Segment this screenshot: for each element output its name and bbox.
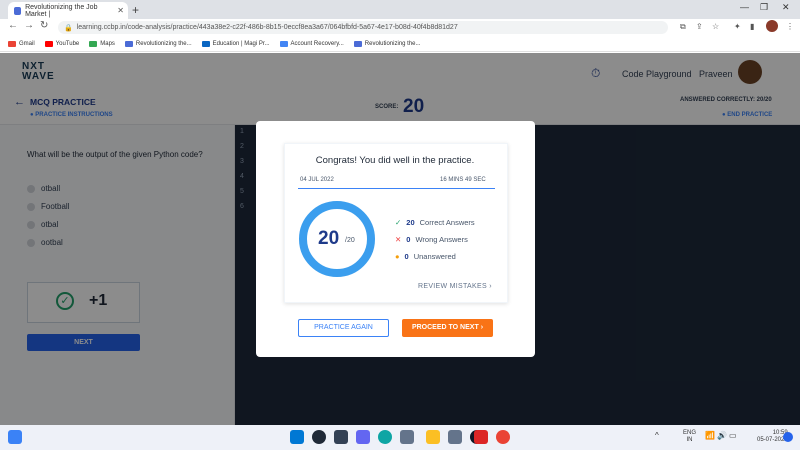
- divider-line: [298, 188, 495, 189]
- side-panel-icon[interactable]: ▮: [750, 22, 754, 31]
- start-icon[interactable]: [290, 430, 304, 444]
- chat-icon[interactable]: [356, 430, 370, 444]
- review-mistakes-link[interactable]: REVIEW MISTAKES ›: [418, 283, 492, 290]
- volume-icon[interactable]: 🔊: [717, 431, 727, 440]
- practice-duration: 16 MINS 49 SEC: [440, 177, 486, 183]
- tab-title: Revolutionizing the Job Market |: [25, 3, 98, 18]
- unanswered-label: Unanswered: [413, 252, 456, 261]
- battery-icon[interactable]: ▭: [729, 431, 737, 440]
- bookmark-revolutionizing-1[interactable]: Revolutionizing the...: [124, 40, 192, 47]
- new-tab-icon[interactable]: +: [132, 3, 139, 17]
- tab-favicon-icon: [14, 6, 22, 15]
- bookmark-account-recovery[interactable]: Account Recovery...: [279, 40, 344, 47]
- chrome-icon[interactable]: [496, 430, 510, 444]
- bookmark-youtube[interactable]: YouTube: [44, 40, 79, 47]
- modal-title: Congrats! You did well in the practice.: [315, 155, 475, 166]
- ring-score: 20: [318, 228, 340, 249]
- profile-avatar[interactable]: [766, 20, 778, 32]
- widgets-icon[interactable]: [8, 430, 22, 444]
- bookmarks-bar: Gmail YouTube Maps Revolutionizing the..…: [0, 36, 800, 52]
- unanswered-count: 0: [404, 252, 409, 261]
- bookmark-revolutionizing-2[interactable]: Revolutionizing the...: [353, 40, 421, 47]
- chevron-right-icon: ›: [480, 324, 484, 331]
- lang-region: IN: [686, 437, 693, 443]
- open-in-app-icon[interactable]: ⧉: [680, 22, 686, 32]
- correct-stat: ✓ 20 Correct Answers: [395, 218, 475, 227]
- bookmark-star-icon[interactable]: ☆: [712, 22, 719, 31]
- proceed-to-next-button[interactable]: PROCEED TO NEXT ›: [402, 319, 493, 337]
- file-explorer-icon[interactable]: [426, 430, 440, 444]
- language-indicator[interactable]: ENG IN: [683, 430, 696, 444]
- ring-total: /20: [345, 237, 355, 244]
- task-view-icon[interactable]: [334, 430, 348, 444]
- minimize-icon[interactable]: —: [740, 2, 749, 12]
- correct-count: 20: [406, 218, 415, 227]
- url-field[interactable]: 🔒 learning.ccbp.in/code-analysis/practic…: [58, 21, 668, 34]
- url-text: learning.ccbp.in/code-analysis/practice/…: [76, 24, 458, 31]
- close-window-icon[interactable]: ✕: [782, 2, 790, 13]
- maximize-icon[interactable]: ❐: [760, 2, 768, 13]
- chevron-up-icon[interactable]: ^: [655, 431, 659, 440]
- bookmark-gmail[interactable]: Gmail: [8, 40, 35, 47]
- browser-tab[interactable]: Revolutionizing the Job Market | ✕: [8, 2, 128, 19]
- practice-date: 04 JUL 2022: [300, 177, 334, 183]
- bookmark-education[interactable]: Education | Magi Pr...: [201, 40, 270, 47]
- lock-icon: 🔒: [64, 24, 73, 32]
- correct-label: Correct Answers: [419, 218, 475, 227]
- reload-icon[interactable]: ↻: [40, 20, 48, 31]
- unanswered-stat: ● 0 Unanswered: [395, 252, 456, 261]
- search-icon[interactable]: [312, 430, 326, 444]
- notification-icon[interactable]: [783, 432, 793, 442]
- check-icon: ✓: [395, 218, 402, 227]
- app-icon[interactable]: [448, 430, 462, 444]
- chevron-right-icon: ›: [489, 283, 492, 290]
- mcafee-icon[interactable]: [474, 430, 488, 444]
- lang-code: ENG: [683, 430, 697, 436]
- practice-again-button[interactable]: PRACTICE AGAIN: [298, 319, 389, 337]
- forward-icon[interactable]: →: [24, 20, 34, 31]
- wrong-label: Wrong Answers: [415, 235, 468, 244]
- wifi-icon[interactable]: 📶: [705, 431, 715, 440]
- wrong-count: 0: [406, 235, 411, 244]
- close-tab-icon[interactable]: ✕: [117, 6, 124, 15]
- cross-icon: ✕: [395, 235, 402, 244]
- share-icon[interactable]: ⇪: [696, 22, 703, 31]
- extensions-icon[interactable]: ✦: [734, 22, 741, 31]
- menu-icon[interactable]: ⋮: [786, 22, 794, 31]
- dot-icon: ●: [395, 252, 400, 261]
- wrong-stat: ✕ 0 Wrong Answers: [395, 235, 468, 244]
- review-label: REVIEW MISTAKES: [418, 283, 487, 290]
- proceed-label: PROCEED TO NEXT: [411, 324, 479, 331]
- bookmark-maps[interactable]: Maps: [89, 40, 115, 47]
- edge-icon[interactable]: [378, 430, 392, 444]
- store-icon[interactable]: [400, 430, 414, 444]
- back-icon[interactable]: ←: [8, 20, 18, 31]
